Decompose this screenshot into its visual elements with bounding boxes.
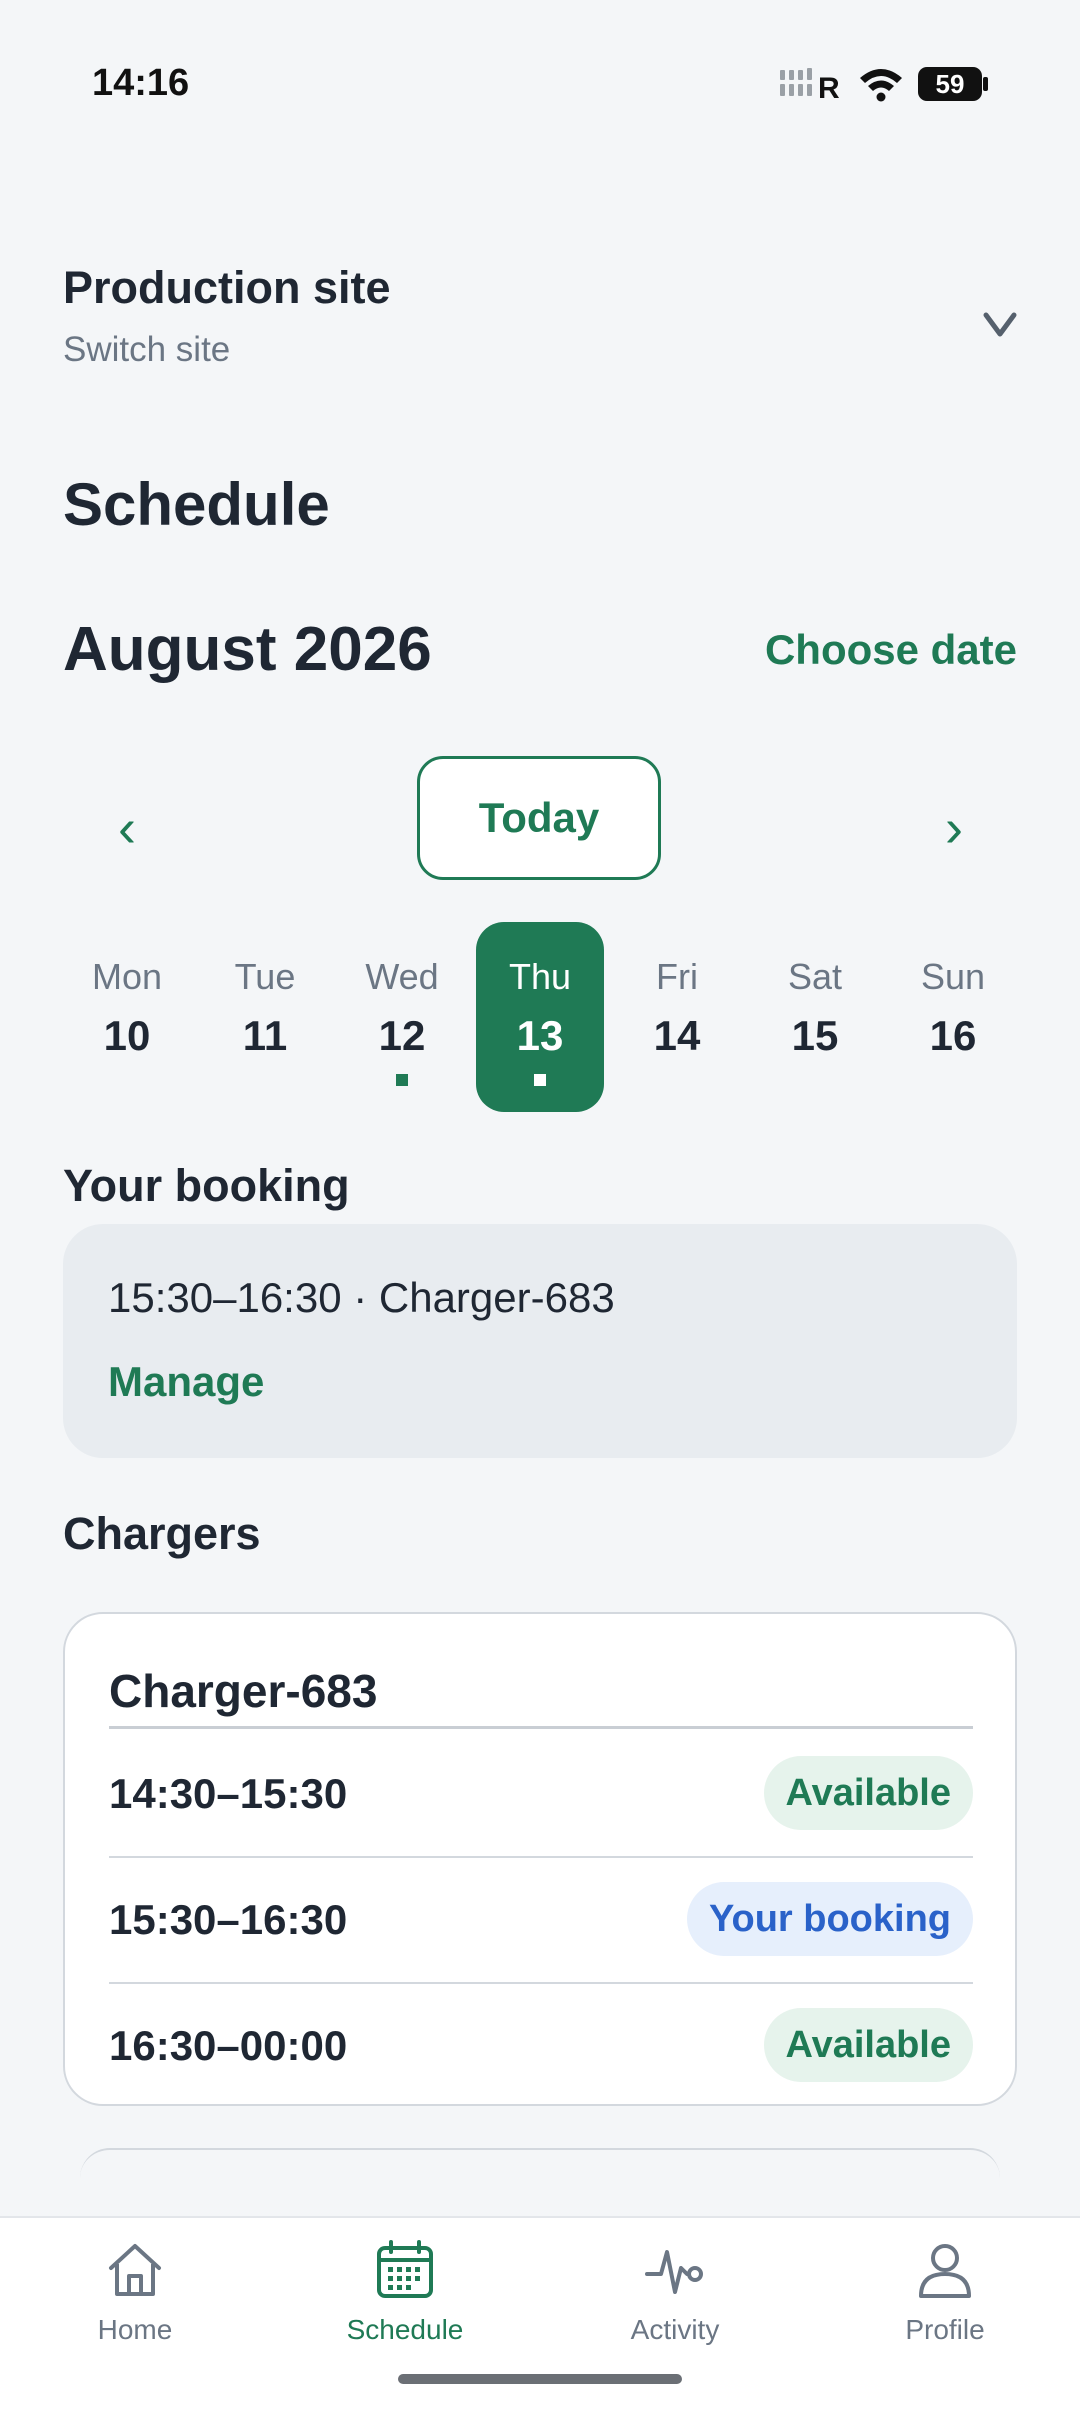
day-of-week: Mon <box>91 956 163 997</box>
time-slot-row[interactable]: 15:30–16:30 Your booking <box>109 1856 973 1984</box>
manage-booking-button[interactable]: Manage <box>108 1358 264 1406</box>
day-number: 13 <box>516 1012 564 1059</box>
home-indicator <box>398 2374 682 2384</box>
day-of-week: Thu <box>508 956 572 997</box>
site-name: Production site <box>63 262 391 313</box>
profile-icon <box>919 2244 971 2298</box>
nav-home[interactable]: Home <box>0 2218 270 2358</box>
day-of-week: Sun <box>920 956 986 997</box>
status-icons: R 59 <box>780 64 988 104</box>
day-sat[interactable]: Sat 15 <box>751 922 879 1112</box>
time-slot-row[interactable]: 14:30–15:30 Available <box>109 1730 973 1858</box>
divider <box>109 1726 973 1729</box>
page-title: Schedule <box>63 471 330 538</box>
booking-details: 15:30–16:30 · Charger-683 <box>108 1274 615 1321</box>
day-wed[interactable]: Wed 12 <box>338 922 466 1112</box>
your-booking-heading: Your booking <box>63 1160 350 1211</box>
activity-icon <box>645 2250 703 2294</box>
status-badge: Available <box>763 1756 973 1830</box>
charger-card: Charger-683 14:30–15:30 Available 15:30–… <box>63 1612 1017 2106</box>
status-bar: 14:16 R 59 <box>0 0 1080 170</box>
nav-label: Profile <box>905 2314 985 2345</box>
previous-week-button[interactable]: ‹ <box>97 798 157 858</box>
charger-name: Charger-683 <box>109 1665 378 1717</box>
day-sun[interactable]: Sun 16 <box>889 922 1017 1112</box>
next-charger-card-edge <box>80 2148 1000 2178</box>
svg-text:R: R <box>818 72 840 104</box>
nav-profile[interactable]: Profile <box>810 2218 1080 2358</box>
chargers-heading: Chargers <box>63 1508 261 1559</box>
booking-indicator-dot <box>396 1074 408 1086</box>
booking-indicator-dot <box>534 1074 546 1086</box>
day-of-week: Sat <box>787 956 843 997</box>
next-week-button[interactable]: › <box>924 798 984 858</box>
wifi-icon <box>860 69 902 102</box>
nav-label: Schedule <box>346 2314 464 2345</box>
day-number: 16 <box>929 1012 977 1059</box>
month-label: August 2026 <box>63 615 432 684</box>
day-number: 12 <box>378 1012 426 1059</box>
slot-time: 14:30–15:30 <box>109 1770 348 1817</box>
day-number: 11 <box>242 1012 288 1059</box>
time-slot-row[interactable]: 16:30–00:00 Available <box>109 1982 973 2108</box>
cellular-signal-icon: R <box>780 68 840 104</box>
nav-label: Home <box>97 2314 173 2345</box>
calendar-icon <box>377 2240 433 2298</box>
nav-activity[interactable]: Activity <box>540 2218 810 2358</box>
status-badge: Your booking <box>686 1882 973 1956</box>
day-of-week: Wed <box>365 956 439 997</box>
status-badge: Available <box>763 2008 973 2082</box>
nav-label: Activity <box>630 2314 720 2345</box>
booking-card: 15:30–16:30 · Charger-683 Manage <box>63 1224 1017 1458</box>
site-selector[interactable]: Production site Switch site <box>63 262 1017 372</box>
day-number: 15 <box>791 1012 839 1059</box>
slot-time: 15:30–16:30 <box>109 1896 348 1943</box>
switch-site-label: Switch site <box>63 330 231 369</box>
slot-time: 16:30–00:00 <box>109 2022 348 2069</box>
day-fri[interactable]: Fri 14 <box>613 922 741 1112</box>
chevron-down-icon[interactable] <box>983 312 1017 338</box>
battery-level: 59 <box>918 67 982 101</box>
today-button[interactable]: Today <box>417 756 661 880</box>
status-time: 14:16 <box>92 62 190 104</box>
choose-date-button[interactable]: Choose date <box>765 626 1017 674</box>
battery-icon: 59 <box>918 67 988 101</box>
day-thu[interactable]: Thu 13 <box>476 922 604 1112</box>
day-strip: Mon 10 Tue 11 Wed 12 Thu 13 Fri 14 Sat 1… <box>63 922 1017 1112</box>
nav-schedule[interactable]: Schedule <box>270 2218 540 2358</box>
day-number: 14 <box>653 1012 701 1059</box>
home-icon <box>109 2244 161 2296</box>
day-tue[interactable]: Tue 11 <box>201 922 329 1112</box>
battery-tip <box>983 77 988 91</box>
day-mon[interactable]: Mon 10 <box>63 922 191 1112</box>
day-of-week: Fri <box>656 956 698 997</box>
day-of-week: Tue <box>234 956 296 997</box>
day-number: 10 <box>103 1012 151 1059</box>
